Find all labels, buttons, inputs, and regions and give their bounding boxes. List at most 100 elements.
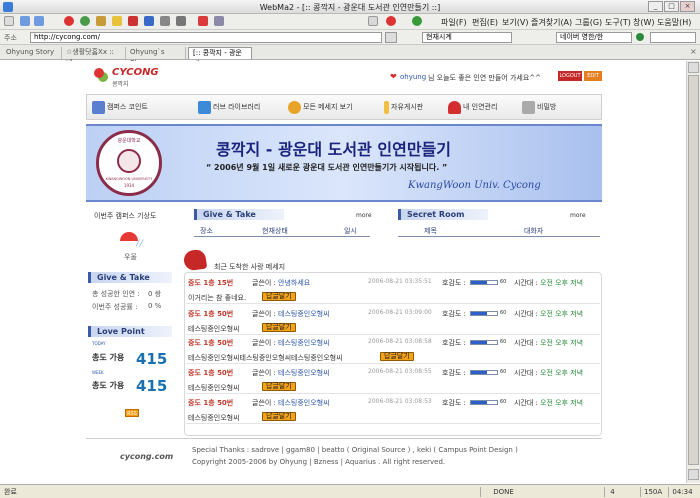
vertical-scrollbar[interactable] [686,61,700,483]
message-time: 오전 오후 저녁 [540,310,584,318]
message-place[interactable]: 중도 1층 15번 [188,278,233,288]
nav-love-library[interactable]: 러브 라이브러리 [198,95,260,119]
message-body: 테스팅중인오형씨 [188,384,240,392]
tools-icon[interactable] [214,16,224,26]
message-time-label: 시간대 : [514,369,538,377]
message-writer[interactable]: 안녕하세요 [278,278,310,288]
message-writer[interactable]: 테스팅중인오형씨 [278,398,330,408]
tab-bar: Ohyung Story ☆생활닷홈Xx :: 네 Ohyung`s Blog … [0,45,700,68]
status-memory: 150A [640,487,662,497]
message-place[interactable]: 중도 1층 50번 [188,309,233,319]
seal-year-text: 1934 [123,183,135,188]
menu-help[interactable]: 도움말(H) [657,17,691,28]
zone-select[interactable]: 현재시계 [422,32,512,43]
nav-my-relations[interactable]: 내 인연관리 [448,95,497,119]
secret-room-divider [398,236,600,237]
reply-button[interactable]: 답글달기 [262,292,296,301]
extra-search-input[interactable] [650,32,696,43]
message-writer[interactable]: 테스팅중인오형씨 [278,368,330,378]
give-take-more-link[interactable]: more [356,212,372,219]
home-icon[interactable] [96,16,106,26]
close-button[interactable]: × [680,1,695,12]
favor-progress [470,370,498,375]
menu-edit[interactable]: 편집(E) [472,17,498,28]
message-fav-value: 60 [500,369,507,375]
message-divider [186,303,600,304]
rss-button[interactable]: RSS [125,409,139,417]
pencil-icon [384,100,389,114]
seal-korean-text: 광운대학교 [117,138,141,144]
favorites-icon[interactable] [112,16,122,26]
message-body: 이거리는 참 좋네요. [188,294,247,302]
site-logo[interactable]: CYCONG 콩깍지 [94,66,159,88]
status-done: DONE [480,487,526,497]
tab-life-home[interactable]: ☆생활닷홈Xx :: 네 [62,47,126,67]
search-icon[interactable] [636,33,644,41]
favor-progress [470,280,498,285]
reply-button[interactable]: 답글달기 [262,323,296,332]
mail-icon[interactable] [160,16,170,26]
history-icon[interactable] [144,16,154,26]
new-icon[interactable] [4,16,14,26]
message-time: 오전 오후 저녁 [540,279,584,287]
message-writer-label: 글쓴이 : [252,369,276,377]
recent-messages-heading: 최근 도착한 사랑 메세지 [214,263,286,271]
message-writer[interactable]: 테스팅중인오형씨 [278,309,330,319]
secret-room-heading: Secret Room [398,209,488,220]
chat-icon[interactable] [368,16,378,26]
address-bar: 주소 http://cycong.com/ 현재시계 네이버 영한/한 [0,30,700,45]
nav-label: 캠퍼스 코인트 [107,103,148,111]
message-place[interactable]: 중도 1층 50번 [188,338,233,348]
menu-group[interactable]: 그룹(G) [575,17,602,28]
scroll-thumb[interactable] [688,75,699,465]
menu-favorites[interactable]: 즐겨찾기(A) [531,17,572,28]
nav-campus-point[interactable]: 캠퍼스 코인트 [92,95,148,119]
message-place[interactable]: 중도 1층 50번 [188,368,233,378]
tab-close-icon[interactable]: × [690,48,698,56]
scroll-up-button[interactable] [688,62,699,73]
message-place[interactable]: 중도 1층 50번 [188,398,233,408]
give-take-divider [194,236,370,237]
go-button[interactable] [385,32,397,43]
back-icon[interactable] [20,16,30,26]
menu-window[interactable]: 창(W) [633,17,655,28]
url-input[interactable]: http://cycong.com/ [30,32,382,43]
title-bar: WebMa2 - [:: 콩깍지 - 광운대 도서관 인연만들기 ::] _ □… [0,0,700,14]
favor-progress-fill [471,341,487,344]
tab-ohyung-blog[interactable]: Ohyung`s Blog :: [126,47,186,67]
rate-value: 0 % [148,302,162,310]
message-fav-label: 호감도 : [442,339,466,347]
secret-room-more-link[interactable]: more [570,212,586,219]
scroll-down-button[interactable] [688,469,699,480]
nav-all-messages[interactable]: 모든 메세지 보기 [288,95,353,119]
print-icon[interactable] [176,16,186,26]
forward-icon[interactable] [34,16,44,26]
close-tab-icon[interactable] [128,16,138,26]
reply-button[interactable]: 답글달기 [262,412,296,421]
coin-icon [92,100,105,114]
menu-view[interactable]: 보기(V) [502,17,528,28]
tab-cycong[interactable]: [:: 콩깍지 - 광운대 [188,47,252,68]
record-icon[interactable] [386,16,396,26]
logout-button[interactable]: LOGOUT [558,71,582,81]
play-icon[interactable] [412,16,422,26]
nav-label: 모든 메세지 보기 [303,103,353,111]
give-take-col-status: 현재상태 [262,227,288,235]
heart-icon: ❤ [390,72,397,81]
minimize-button[interactable]: _ [648,1,663,12]
menu-tools[interactable]: 도구(T) [605,17,631,28]
reply-button[interactable]: 답글달기 [262,382,296,391]
favor-progress [470,311,498,316]
reply-button[interactable]: 답글달기 [380,352,414,361]
nav-free-board[interactable]: 자유게시판 [384,95,423,119]
tab-ohyung-story[interactable]: Ohyung Story [2,47,62,59]
nav-secret-room[interactable]: 비밀방 [522,95,556,119]
refresh-icon[interactable] [80,16,90,26]
search-engine-select[interactable]: 네이버 영한/한 [556,32,632,43]
edit-button[interactable]: EDIT [584,71,602,81]
message-writer[interactable]: 테스팅중인오형씨 [278,338,330,348]
popup-icon[interactable] [198,16,208,26]
menu-file[interactable]: 파일(F) [441,17,467,28]
stop-icon[interactable] [64,16,74,26]
maximize-button[interactable]: □ [664,1,679,12]
